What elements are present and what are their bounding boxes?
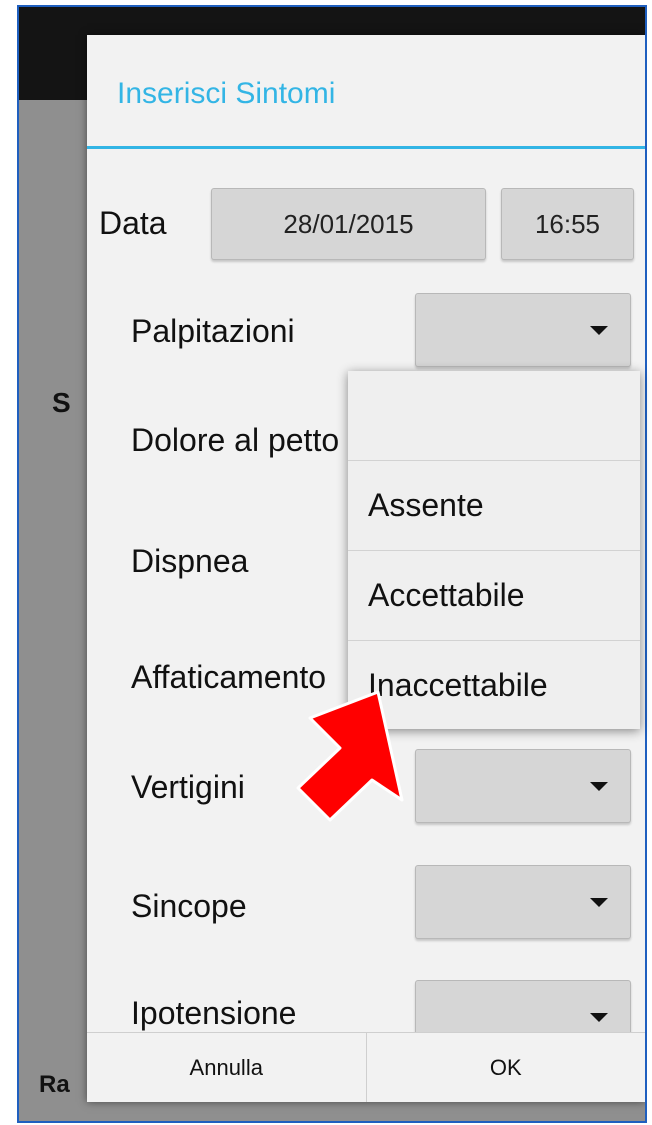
chevron-down-icon [590, 1013, 608, 1022]
dropdown-option-accettabile[interactable]: Accettabile [348, 551, 640, 640]
chevron-down-icon [590, 326, 608, 335]
symptom-label-dolore-al-petto: Dolore al petto [131, 422, 340, 458]
symptom-label-vertigini: Vertigini [131, 769, 245, 805]
date-button[interactable]: 28/01/2015 [211, 188, 486, 260]
dialog-title-bar: Inserisci Sintomi [87, 35, 645, 149]
time-button[interactable]: 16:55 [501, 188, 634, 260]
date-label: Data [99, 205, 167, 241]
severity-dropdown-list: Assente Accettabile Inaccettabile [348, 371, 640, 729]
dropdown-option-empty[interactable] [348, 371, 640, 460]
dropdown-option-assente[interactable]: Assente [348, 461, 640, 550]
symptom-label-palpitazioni: Palpitazioni [131, 313, 295, 349]
chevron-down-icon [590, 782, 608, 791]
cancel-button[interactable]: Annulla [87, 1033, 366, 1102]
ok-button[interactable]: OK [365, 1033, 646, 1102]
red-arrow-pointer-icon [296, 690, 404, 822]
chevron-down-icon [590, 898, 608, 907]
symptom-label-ipotensione: Ipotensione [131, 995, 297, 1031]
spinner-sincope[interactable] [415, 865, 631, 939]
dialog-footer: Annulla OK [87, 1032, 645, 1102]
arrow-shape [296, 690, 404, 822]
spinner-vertigini[interactable] [415, 749, 631, 823]
background-label-bottom: Ra [39, 1071, 70, 1098]
spinner-palpitazioni[interactable] [415, 293, 631, 367]
symptom-label-dispnea: Dispnea [131, 543, 249, 579]
dialog-title: Inserisci Sintomi [117, 77, 336, 110]
background-label-left: S [52, 387, 71, 418]
symptom-label-sincope: Sincope [131, 888, 247, 924]
